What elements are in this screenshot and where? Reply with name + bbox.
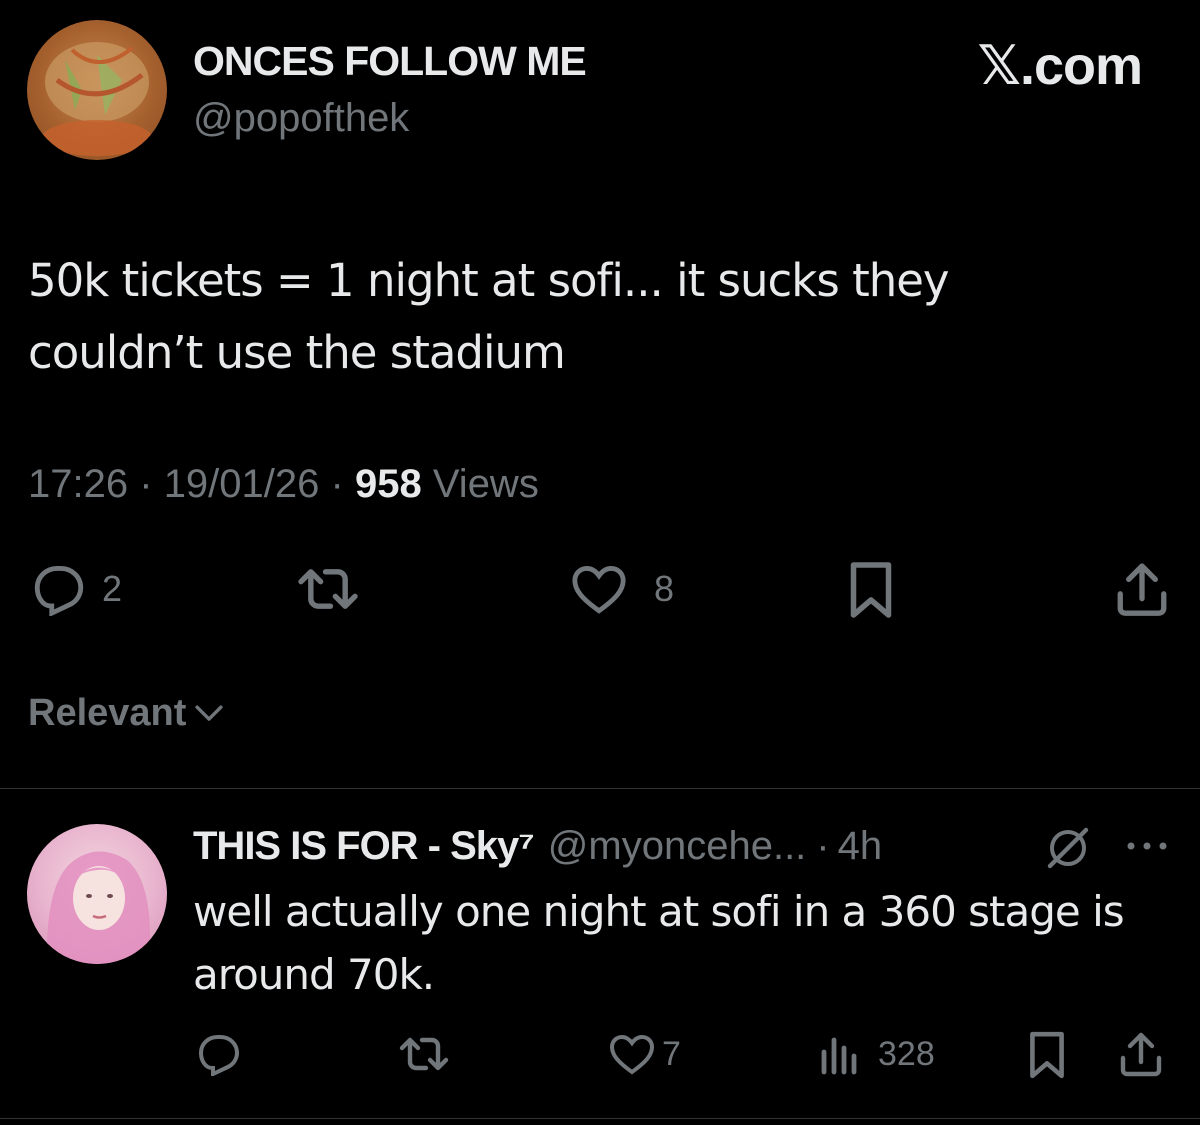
author-handle[interactable]: @popofthek: [193, 96, 409, 141]
tweet-date[interactable]: 19/01/26: [164, 462, 320, 506]
share-button[interactable]: [1114, 560, 1170, 618]
repost-icon: [397, 1032, 451, 1076]
like-button[interactable]: 8: [570, 562, 674, 616]
reply-icon: [30, 562, 88, 616]
reply-time[interactable]: 4h: [838, 824, 883, 869]
reply-views-count: 328: [878, 1034, 935, 1073]
reply-repost-button[interactable]: [397, 1032, 451, 1076]
reply-text-line: around 70k.: [193, 950, 435, 999]
views-count[interactable]: 958: [355, 462, 422, 506]
tweet-text: 50k tickets = 1 night at sofi... it suck…: [28, 245, 950, 389]
tweet-text-line: couldn’t use the stadium: [28, 326, 566, 379]
reply-like-count: 7: [662, 1034, 681, 1073]
heart-icon: [608, 1032, 656, 1076]
reply-views-button[interactable]: 328: [818, 1032, 935, 1076]
grok-icon[interactable]: [1044, 826, 1092, 870]
reply-count: 2: [102, 568, 123, 609]
reply-text: well actually one night at sofi in a 360…: [193, 880, 1125, 1006]
meta-separator: ·: [816, 824, 830, 868]
tweet-meta: 17:26 · 19/01/26 · 958 Views: [28, 462, 539, 507]
meta-separator: ·: [139, 462, 153, 506]
repost-icon: [296, 562, 360, 616]
reply-share-button[interactable]: [1118, 1030, 1164, 1078]
chevron-down-icon: [192, 702, 226, 726]
heart-icon: [570, 562, 628, 616]
sort-label: Relevant: [28, 692, 187, 734]
sort-dropdown[interactable]: Relevant: [28, 692, 226, 735]
tweet-time[interactable]: 17:26: [28, 462, 128, 506]
reply-button[interactable]: 2: [30, 562, 122, 616]
reply-reply-button[interactable]: [195, 1032, 243, 1076]
reply-bookmark-button[interactable]: [1026, 1030, 1068, 1080]
reply-handle[interactable]: @myoncehe...: [548, 824, 807, 869]
bookmark-button[interactable]: [846, 560, 896, 620]
author-display-name[interactable]: ONCES FOLLOW ME: [193, 38, 587, 85]
share-icon: [1114, 560, 1170, 618]
reply-header: THIS IS FOR - Sky⁷ @myoncehe... · 4h: [193, 824, 882, 869]
share-icon: [1118, 1030, 1164, 1078]
reply-like-button[interactable]: 7: [608, 1032, 681, 1076]
reply-display-name[interactable]: THIS IS FOR - Sky⁷: [193, 824, 535, 869]
bookmark-icon: [1026, 1030, 1068, 1080]
meta-separator: ·: [330, 462, 344, 506]
more-icon[interactable]: [1124, 838, 1170, 854]
divider: [0, 1118, 1200, 1119]
analytics-icon: [818, 1032, 862, 1076]
views-label[interactable]: Views: [433, 462, 539, 506]
repost-button[interactable]: [296, 562, 360, 616]
like-count: 8: [654, 568, 675, 609]
reply-icon: [195, 1032, 243, 1076]
author-avatar[interactable]: [27, 20, 167, 160]
divider: [0, 788, 1200, 789]
x-watermark: 𝕏.com: [977, 36, 1143, 96]
bookmark-icon: [846, 560, 896, 620]
tweet-text-line: 50k tickets = 1 night at sofi... it suck…: [28, 254, 950, 307]
reply-text-line: well actually one night at sofi in a 360…: [193, 887, 1125, 936]
reply-avatar[interactable]: [27, 824, 167, 964]
